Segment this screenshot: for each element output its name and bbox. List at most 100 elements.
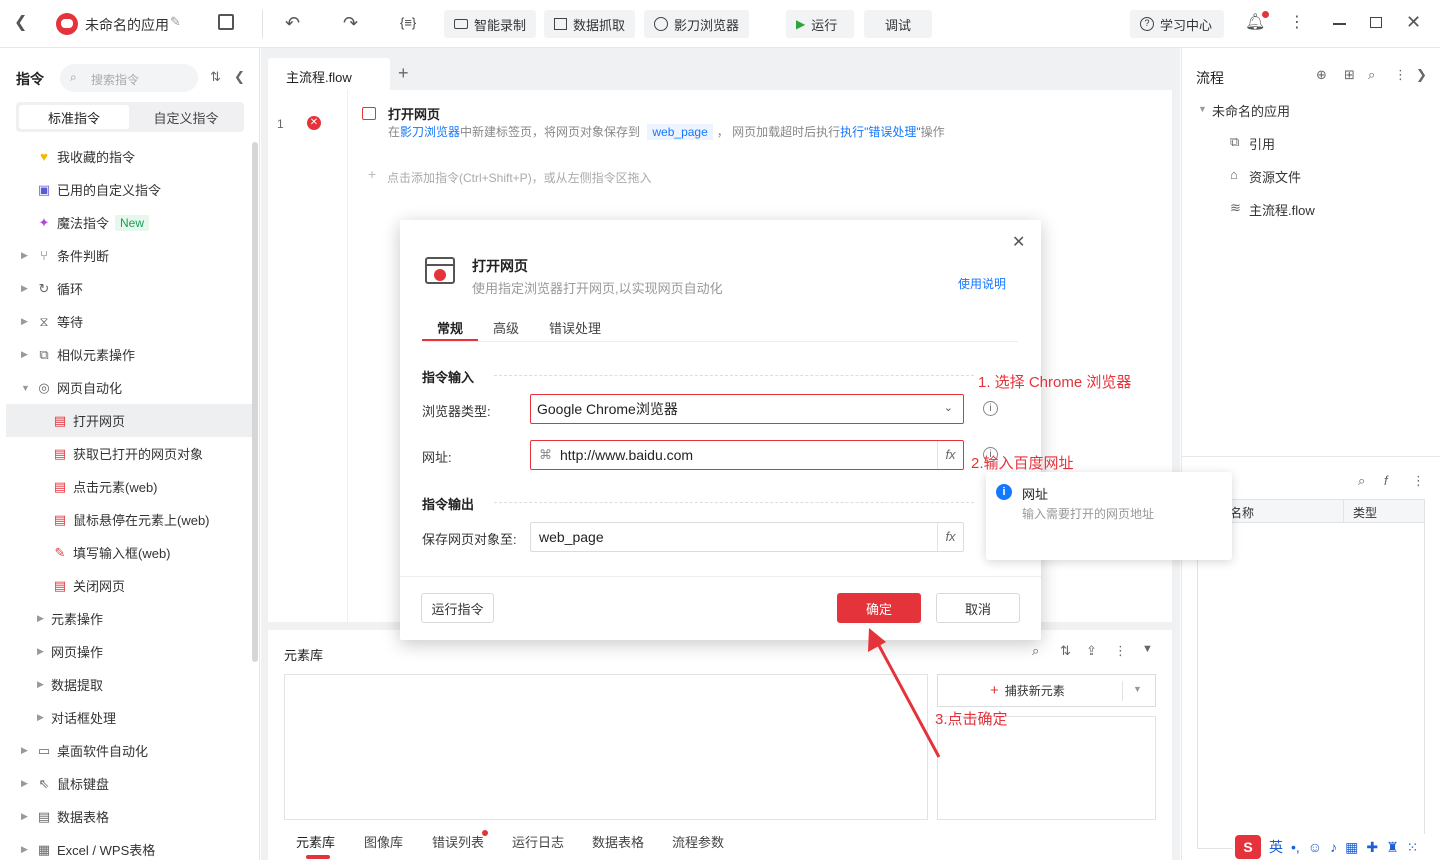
- skin-icon[interactable]: ♜: [1386, 839, 1399, 856]
- add-command-hint[interactable]: 点击添加指令(Ctrl+Shift+P)，或从左侧指令区拖入: [387, 169, 652, 186]
- more-icon[interactable]: ⋮: [1412, 473, 1425, 489]
- command-search-input[interactable]: ⌕ 搜索指令: [60, 64, 198, 92]
- punct-icon[interactable]: •,: [1291, 839, 1300, 855]
- tree-data-table[interactable]: ▶ ▤ 数据表格: [0, 800, 250, 833]
- webpage-icon: ▤: [53, 577, 67, 593]
- tab-general[interactable]: 常规: [437, 318, 463, 337]
- tree-close-webpage[interactable]: ▤ 关闭网页: [0, 569, 250, 602]
- smart-record-button[interactable]: 智能录制: [444, 10, 537, 38]
- add-module-icon[interactable]: ⊞: [1344, 67, 1355, 83]
- fx-icon[interactable]: f: [1384, 473, 1388, 488]
- maximize-icon[interactable]: [1370, 17, 1382, 28]
- cancel-button[interactable]: 取消: [936, 593, 1020, 623]
- variables-button[interactable]: {≡}: [400, 15, 416, 30]
- more-icon[interactable]: ⋮: [1289, 13, 1305, 33]
- caret-right-icon: ▶: [21, 745, 28, 755]
- keyboard-icon[interactable]: ▦: [1345, 839, 1358, 856]
- grid-icon[interactable]: ⁙: [1407, 839, 1419, 856]
- search-icon[interactable]: ⌕: [1358, 473, 1365, 489]
- tree-get-webpage[interactable]: ▤ 获取已打开的网页对象: [0, 437, 250, 470]
- tab-custom[interactable]: 自定义指令: [131, 105, 241, 129]
- flow-root[interactable]: 未命名的应用: [1212, 101, 1290, 120]
- tree-web-automation[interactable]: ▼ ◎ 网页自动化: [0, 371, 250, 404]
- browser-type-select[interactable]: Google Chrome浏览器 ⌄: [530, 394, 964, 424]
- chevron-right-icon[interactable]: ❯: [1416, 67, 1427, 83]
- back-icon[interactable]: ❮: [14, 13, 27, 33]
- add-flow-icon[interactable]: ⊕: [1316, 67, 1327, 83]
- confirm-button[interactable]: 确定: [837, 593, 921, 623]
- save-object-input[interactable]: web_page fx: [530, 522, 964, 552]
- tree-open-webpage[interactable]: ▤ 打开网页: [0, 404, 250, 437]
- tree-mouse-keyboard[interactable]: ▶ ⇖ 鼠标键盘: [0, 767, 250, 800]
- error-marker-icon[interactable]: ✕: [307, 116, 321, 130]
- tree-wait[interactable]: ▶ ⧖ 等待: [0, 305, 250, 338]
- fx-button[interactable]: fx: [937, 441, 963, 469]
- close-icon[interactable]: ✕: [1012, 232, 1025, 252]
- tab-data-table[interactable]: 数据表格: [592, 832, 644, 851]
- tree-used-custom[interactable]: ▣ 已用的自定义指令: [0, 173, 250, 206]
- upload-icon[interactable]: ⇪: [1086, 643, 1097, 659]
- tab-flow-params[interactable]: 流程参数: [672, 832, 724, 851]
- search-icon[interactable]: ⌕: [1368, 67, 1375, 83]
- caret-down-icon[interactable]: ▼: [1133, 684, 1142, 694]
- left-scrollbar[interactable]: [252, 142, 258, 662]
- caret-down-icon[interactable]: ▼: [1198, 104, 1207, 114]
- learning-center-button[interactable]: ? 学习中心: [1130, 10, 1224, 38]
- shadowblade-browser-button[interactable]: 影刀浏览器: [644, 10, 750, 38]
- sort-icon[interactable]: ⇅: [210, 69, 221, 85]
- tree-click-element[interactable]: ▤ 点击元素(web): [0, 470, 250, 503]
- command-description[interactable]: 在影刀浏览器中新建标签页，将网页对象保存到 web_page， 网页加载超时后执…: [388, 123, 945, 140]
- edit-icon[interactable]: ✎: [170, 14, 181, 30]
- tree-excel[interactable]: ▶ ▦ Excel / WPS表格: [0, 833, 250, 866]
- sort-icon[interactable]: ⇅: [1060, 643, 1071, 659]
- url-input[interactable]: ⌘ http://www.baidu.com fx: [530, 440, 964, 470]
- mic-icon[interactable]: ♪: [1330, 839, 1337, 855]
- tab-error-list[interactable]: 错误列表: [432, 832, 484, 851]
- tree-favorites[interactable]: ♥ 我收藏的指令: [0, 140, 250, 173]
- tab-image-library[interactable]: 图像库: [364, 832, 403, 851]
- tab-advanced[interactable]: 高级: [493, 318, 519, 337]
- flow-main[interactable]: 主流程.flow: [1249, 200, 1315, 219]
- close-window-icon[interactable]: ✕: [1406, 12, 1421, 32]
- tree-page-ops[interactable]: ▶ 网页操作: [0, 635, 250, 668]
- run-button[interactable]: ▶ 运行: [786, 10, 854, 38]
- search-icon[interactable]: ⌕: [1032, 643, 1039, 659]
- flow-resources[interactable]: 资源文件: [1249, 167, 1301, 186]
- more-icon[interactable]: ⋮: [1114, 643, 1127, 659]
- minimize-icon[interactable]: [1333, 23, 1346, 25]
- collapse-panel-icon[interactable]: ❮: [234, 69, 245, 85]
- debug-button[interactable]: 调试: [864, 10, 932, 38]
- data-extract-button[interactable]: 数据抓取: [544, 10, 636, 38]
- tree-data-extract[interactable]: ▶ 数据提取: [0, 668, 250, 701]
- add-tab-icon[interactable]: +: [398, 63, 409, 84]
- capture-element-button[interactable]: + 捕获新元素 ▼: [937, 674, 1156, 707]
- info-icon[interactable]: i: [983, 401, 998, 416]
- tree-fill-input[interactable]: ✎ 填写输入框(web): [0, 536, 250, 569]
- ime-logo-icon[interactable]: S: [1235, 835, 1261, 859]
- fx-button[interactable]: fx: [937, 523, 963, 551]
- tab-standard[interactable]: 标准指令: [19, 105, 129, 129]
- ime-lang[interactable]: 英: [1269, 837, 1283, 857]
- tab-main-flow[interactable]: 主流程.flow: [268, 58, 390, 90]
- chevron-down-icon[interactable]: ▼: [1142, 643, 1153, 655]
- flow-ref[interactable]: 引用: [1249, 134, 1275, 153]
- tree-magic[interactable]: ✦ 魔法指令 New: [0, 206, 250, 239]
- tab-run-log[interactable]: 运行日志: [512, 832, 564, 851]
- tree-similar-elements[interactable]: ▶ ⧉ 相似元素操作: [0, 338, 250, 371]
- tree-loop[interactable]: ▶ ↻ 循环: [0, 272, 250, 305]
- tree-desktop[interactable]: ▶ ▭ 桌面软件自动化: [0, 734, 250, 767]
- more-icon[interactable]: ⋮: [1394, 67, 1407, 83]
- undo-icon[interactable]: ↶: [285, 13, 300, 33]
- save-icon[interactable]: [218, 14, 234, 30]
- tab-element-library[interactable]: 元素库: [296, 832, 335, 851]
- help-link[interactable]: 使用说明: [958, 275, 1006, 292]
- run-command-button[interactable]: 运行指令: [421, 593, 494, 623]
- tree-element-ops[interactable]: ▶ 元素操作: [0, 602, 250, 635]
- tree-condition[interactable]: ▶ ⑂ 条件判断: [0, 239, 250, 272]
- tree-dialog[interactable]: ▶ 对话框处理: [0, 701, 250, 734]
- tab-error-handling[interactable]: 错误处理: [549, 318, 601, 337]
- redo-icon[interactable]: ↷: [343, 13, 358, 33]
- tree-hover-element[interactable]: ▤ 鼠标悬停在元素上(web): [0, 503, 250, 536]
- tools-icon[interactable]: ✚: [1366, 839, 1378, 856]
- emoji-icon[interactable]: ☺: [1308, 839, 1322, 855]
